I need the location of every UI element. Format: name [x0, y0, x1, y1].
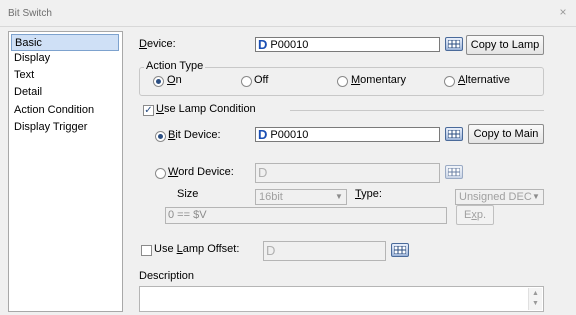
description-scrollbar[interactable]: ▲ ▼ [528, 288, 542, 310]
radio-alternative[interactable] [444, 76, 455, 87]
bit-device-field[interactable]: D P00010 [255, 127, 440, 142]
device-type-prefix: D [258, 37, 268, 52]
close-icon[interactable]: × [556, 5, 570, 19]
radio-on[interactable] [153, 76, 164, 87]
word-device-field[interactable]: D [255, 163, 440, 183]
tab-action-condition[interactable]: Action Condition [11, 102, 119, 119]
radio-momentary-label: Momentary [351, 74, 407, 86]
tab-basic[interactable]: Basic [11, 34, 119, 51]
radio-off[interactable] [241, 76, 252, 87]
tab-list: Basic Display Text Detail Action Conditi… [8, 31, 123, 312]
expression-field[interactable]: 0 == $V [165, 207, 447, 224]
radio-momentary[interactable] [337, 76, 348, 87]
use-lamp-condition-checkbox[interactable]: ✓ [143, 105, 154, 116]
type-value: Unsigned DEC [459, 191, 532, 203]
device-label: Device: [139, 38, 176, 50]
tab-text[interactable]: Text [11, 67, 119, 84]
dropdown-arrow-icon: ▼ [532, 192, 540, 201]
radio-off-label: Off [254, 74, 269, 86]
exp-button[interactable]: Exp. [456, 205, 494, 225]
description-label: Description [139, 270, 195, 282]
size-label: Size [177, 188, 199, 200]
separator [290, 110, 544, 111]
radio-alternative-label: Alternative [458, 74, 510, 86]
size-select[interactable]: 16bit ▼ [255, 189, 347, 205]
title-bar: Bit Switch × [0, 0, 576, 27]
word-device-label: Word Device: [168, 166, 234, 178]
type-label: Type: [355, 188, 382, 200]
word-device-type-prefix: D [258, 165, 268, 180]
bit-device-label: Bit Device: [168, 129, 221, 141]
use-lamp-offset-label: Use Lamp Offset: [154, 243, 240, 255]
use-lamp-condition-label: Use Lamp Condition [156, 103, 256, 115]
type-select[interactable]: Unsigned DEC ▼ [455, 189, 544, 205]
use-lamp-offset-checkbox[interactable] [141, 245, 152, 256]
bit-device-browse-icon[interactable] [445, 127, 463, 141]
copy-to-main-button[interactable]: Copy to Main [468, 124, 544, 144]
radio-on-label: On [167, 74, 182, 86]
tab-display[interactable]: Display [11, 50, 119, 67]
radio-word-device[interactable] [155, 168, 166, 179]
copy-to-lamp-button[interactable]: Copy to Lamp [466, 35, 544, 55]
lamp-offset-type-prefix: D [266, 243, 276, 258]
tab-display-trigger[interactable]: Display Trigger [11, 119, 119, 136]
lamp-offset-field[interactable]: D [263, 241, 386, 261]
scroll-down-icon[interactable]: ▼ [529, 298, 542, 310]
device-field[interactable]: D P00010 [255, 37, 440, 52]
device-value: P00010 [270, 39, 309, 51]
bit-device-type-prefix: D [258, 127, 268, 142]
lamp-offset-browse-icon[interactable] [391, 243, 409, 257]
size-value: 16bit [259, 191, 283, 203]
tab-detail[interactable]: Detail [11, 84, 119, 101]
radio-bit-device[interactable] [155, 131, 166, 142]
action-type-title: Action Type [144, 60, 206, 72]
description-textarea[interactable]: ▲ ▼ [139, 286, 544, 312]
device-browse-icon[interactable] [445, 37, 463, 51]
bit-switch-dialog: Bit Switch × Basic Display Text Detail A… [0, 0, 576, 315]
bit-device-value: P00010 [270, 129, 309, 141]
dropdown-arrow-icon: ▼ [335, 192, 343, 201]
window-title: Bit Switch [8, 8, 52, 19]
word-device-browse-icon[interactable] [445, 165, 463, 179]
